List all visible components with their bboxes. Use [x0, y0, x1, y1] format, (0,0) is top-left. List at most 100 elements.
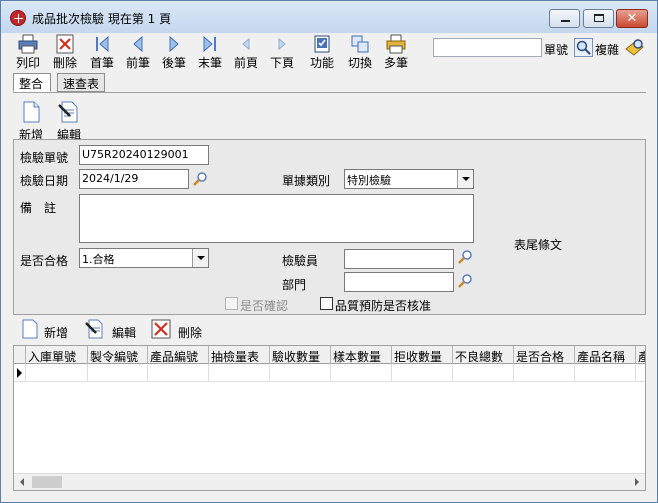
- chevron-down-icon[interactable]: [457, 170, 473, 188]
- prev-page-button[interactable]: 前頁: [231, 33, 261, 71]
- copy-tool-icon[interactable]: [624, 37, 645, 58]
- delete-icon: [151, 319, 171, 339]
- first-record-icon: [96, 35, 109, 53]
- footer-text-label: 表尾條文: [514, 238, 563, 252]
- grid-column-header[interactable]: 產品編號: [148, 346, 209, 364]
- grid-column-header[interactable]: 產品名稱: [575, 346, 636, 364]
- confirmed-checkbox[interactable]: [225, 297, 238, 310]
- grid-cell[interactable]: [26, 364, 88, 382]
- close-icon: ✕: [626, 11, 638, 26]
- qa-approved-label: 品質預防是否核准: [335, 299, 432, 313]
- grid-column-header[interactable]: 樣本數量: [331, 346, 392, 364]
- first-record-button[interactable]: 首筆: [87, 33, 117, 71]
- last-record-icon: [203, 35, 216, 53]
- remark-textarea[interactable]: [79, 194, 474, 243]
- chevron-down-icon[interactable]: [192, 249, 208, 267]
- next-record-button[interactable]: 後筆: [159, 33, 189, 71]
- doc-type-select[interactable]: 特別檢驗: [344, 169, 474, 189]
- grid-column-header[interactable]: 驗收數量: [270, 346, 331, 364]
- row-selector[interactable]: [14, 364, 26, 382]
- table-row[interactable]: [14, 364, 645, 382]
- delete-icon: [56, 34, 74, 54]
- grid-cell[interactable]: [209, 364, 270, 382]
- inspection-date-field[interactable]: 2024/1/29: [79, 169, 189, 189]
- maximize-icon: [594, 14, 604, 22]
- detail-grid[interactable]: 入庫單號 製令編號 產品編號 抽檢量表 驗收數量 樣本數量 拒收數量 不良總數 …: [13, 345, 646, 491]
- grid-cell[interactable]: [514, 364, 575, 382]
- grid-cell[interactable]: [453, 364, 514, 382]
- grid-column-header[interactable]: 抽檢量表: [209, 346, 270, 364]
- edit-document-icon: [85, 319, 103, 339]
- grid-column-header[interactable]: 不良總數: [453, 346, 514, 364]
- prev-record-icon: [133, 35, 143, 53]
- department-label: 部門: [282, 278, 307, 292]
- multi-record-button[interactable]: 多筆: [381, 33, 411, 71]
- search-order-input[interactable]: [433, 38, 542, 57]
- scroll-left-icon[interactable]: [14, 474, 31, 490]
- grid-column-header[interactable]: 製令編號: [88, 346, 148, 364]
- print-button[interactable]: 列印: [13, 33, 43, 71]
- title-bar: 成品批次檢驗 現在第 1 頁 ✕: [1, 1, 657, 33]
- search-icon[interactable]: [574, 38, 593, 57]
- grid-column-header[interactable]: 是否合格: [514, 346, 575, 364]
- grid-row-header-corner: [14, 346, 26, 364]
- new-document-icon: [23, 101, 40, 123]
- header-edit-button[interactable]: 編輯: [54, 101, 84, 143]
- header-form-panel: 檢驗單號 U75R20240129001 檢驗日期 2024/1/29 單據類別…: [13, 139, 646, 315]
- prev-page-icon: [242, 37, 250, 51]
- inspector-lookup-icon[interactable]: [457, 249, 473, 265]
- inspector-label: 檢驗員: [282, 254, 319, 268]
- minimize-button[interactable]: [549, 9, 580, 28]
- tab-integrated[interactable]: 整合: [13, 73, 51, 92]
- detail-delete-button[interactable]: 刪除: [151, 319, 213, 341]
- inspection-date-label: 檢驗日期: [20, 174, 69, 188]
- qa-approved-checkbox[interactable]: [320, 297, 333, 310]
- grid-cell[interactable]: [331, 364, 392, 382]
- department-field[interactable]: [344, 272, 454, 292]
- horizontal-scrollbar[interactable]: [14, 473, 645, 490]
- search-order-label: 單號: [544, 43, 569, 57]
- grid-cell[interactable]: [148, 364, 209, 382]
- main-window: 成品批次檢驗 現在第 1 頁 ✕ 列印 刪除 首筆 前筆 後筆 末筆 前頁 下頁…: [0, 0, 658, 503]
- prev-record-button[interactable]: 前筆: [123, 33, 153, 71]
- qualified-value: 1.合格: [82, 253, 115, 266]
- detail-edit-button[interactable]: 編輯: [85, 319, 147, 341]
- grid-cell[interactable]: [392, 364, 453, 382]
- grid-column-header[interactable]: 拒收數量: [392, 346, 453, 364]
- doc-type-label: 單據類別: [282, 174, 331, 188]
- remark-label: 備 註: [20, 201, 57, 215]
- grid-cell[interactable]: [575, 364, 636, 382]
- detail-toolbar: 新增 編輯 刪除: [13, 315, 646, 345]
- grid-column-header[interactable]: 產: [636, 346, 645, 364]
- confirmed-label: 是否確認: [240, 299, 289, 313]
- app-icon: [10, 10, 26, 26]
- tab-quick-lookup[interactable]: 速查表: [57, 73, 105, 92]
- window-title: 成品批次檢驗 現在第 1 頁: [32, 12, 172, 26]
- inspection-no-label: 檢驗單號: [20, 151, 69, 165]
- functions-button[interactable]: 功能: [306, 33, 338, 71]
- switch-button[interactable]: 切換: [344, 33, 376, 71]
- grid-cell[interactable]: [270, 364, 331, 382]
- grid-header: 入庫單號 製令編號 產品編號 抽檢量表 驗收數量 樣本數量 拒收數量 不良總數 …: [14, 346, 645, 364]
- functions-icon: [314, 35, 330, 53]
- inspection-no-field[interactable]: U75R20240129001: [79, 145, 209, 165]
- scroll-right-icon[interactable]: [628, 474, 645, 490]
- detail-add-button[interactable]: 新增: [21, 319, 83, 341]
- edit-document-icon: [58, 101, 78, 123]
- printer-icon: [18, 34, 38, 54]
- grid-column-header[interactable]: 入庫單號: [26, 346, 88, 364]
- tab-divider: [13, 92, 646, 93]
- department-lookup-icon[interactable]: [457, 273, 473, 289]
- inspector-field[interactable]: [344, 249, 454, 269]
- qualified-select[interactable]: 1.合格: [79, 248, 209, 268]
- last-record-button[interactable]: 末筆: [195, 33, 225, 71]
- grid-cell[interactable]: [88, 364, 148, 382]
- maximize-button[interactable]: [583, 9, 614, 28]
- next-page-button[interactable]: 下頁: [267, 33, 297, 71]
- date-lookup-icon[interactable]: [192, 171, 208, 187]
- close-button[interactable]: ✕: [616, 9, 648, 28]
- header-add-button[interactable]: 新增: [16, 101, 46, 143]
- copy-label: 複雜: [595, 43, 620, 57]
- scroll-thumb[interactable]: [32, 476, 62, 488]
- delete-button[interactable]: 刪除: [50, 33, 80, 71]
